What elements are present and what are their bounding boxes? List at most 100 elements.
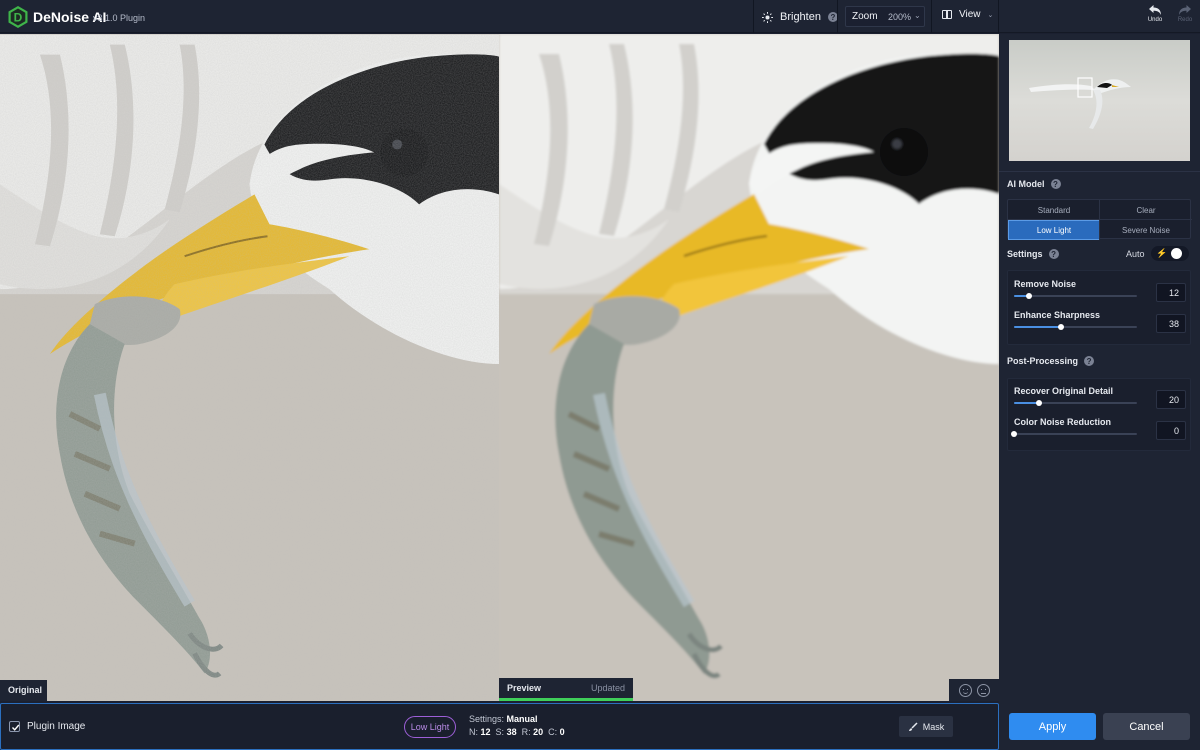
mask-label: Mask xyxy=(922,721,945,732)
setting-value-item: C: 0 xyxy=(548,727,565,737)
model-badge: Low Light xyxy=(404,716,456,738)
neutral-face-icon[interactable] xyxy=(976,683,990,697)
bottom-bar: Plugin Image Low Light Settings: Manual … xyxy=(0,703,999,750)
settings-header: Settings ? xyxy=(1007,249,1059,259)
panel-divider xyxy=(999,171,1200,172)
settings-mode: Manual xyxy=(506,714,538,724)
settings-values: N: 12 S: 38 R: 20 C: 0 xyxy=(469,727,565,737)
settings-prefix: Settings: xyxy=(469,714,505,724)
undo-button[interactable]: Undo xyxy=(1143,4,1167,23)
original-label: Original xyxy=(0,680,47,701)
toggle-knob xyxy=(1171,248,1182,259)
slider-label: Color Noise Reduction xyxy=(1014,417,1112,427)
setting-value-item: S: 38 xyxy=(495,727,517,737)
lightning-icon: ⚡ xyxy=(1156,248,1168,258)
original-image-pane[interactable] xyxy=(0,34,499,701)
navigator-image xyxy=(1009,40,1190,161)
model-option-standard[interactable]: Standard xyxy=(1008,200,1100,220)
slider-label: Enhance Sharpness xyxy=(1014,310,1101,320)
settings-panel: AI Model ? Standard Clear Low Light Seve… xyxy=(999,34,1200,750)
view-label: View xyxy=(959,9,981,20)
smile-icon[interactable] xyxy=(958,683,972,697)
ai-model-title: AI Model xyxy=(1007,179,1045,189)
auto-label: Auto xyxy=(1126,249,1145,259)
slider-fill xyxy=(1014,402,1039,404)
slider-recover-detail: Recover Original Detail 20 xyxy=(1008,386,1192,416)
plugin-image-label: Plugin Image xyxy=(27,721,86,732)
feedback-controls xyxy=(949,679,999,701)
logo-letter: D xyxy=(14,11,23,25)
toolbar-divider xyxy=(753,0,754,33)
tern-original-image xyxy=(0,34,499,701)
recover-detail-slider[interactable] xyxy=(1014,400,1137,406)
redo-button[interactable]: Redo xyxy=(1173,4,1197,23)
slider-thumb[interactable] xyxy=(1011,431,1017,437)
model-option-severe-noise[interactable]: Severe Noise xyxy=(1100,220,1192,240)
preview-image-pane[interactable] xyxy=(499,34,999,701)
slider-enhance-sharpness: Enhance Sharpness 38 xyxy=(1008,310,1192,340)
settings-sliders-card: Remove Noise 12 Enhance Sharpness 38 xyxy=(1007,270,1191,345)
grid-divider xyxy=(1008,219,1192,220)
view-dropdown[interactable]: View ⌄ xyxy=(942,9,993,20)
brighten-label: Brighten xyxy=(780,11,821,23)
preview-status: Updated xyxy=(590,683,625,693)
undo-icon xyxy=(1149,5,1161,15)
toolbar-divider xyxy=(837,0,838,33)
slider-thumb[interactable] xyxy=(1025,293,1032,299)
ai-model-selector: Standard Clear Low Light Severe Noise xyxy=(1007,199,1192,240)
slider-remove-noise: Remove Noise 12 xyxy=(1008,279,1192,309)
remove-noise-value[interactable]: 12 xyxy=(1156,283,1186,302)
remove-noise-slider[interactable] xyxy=(1014,293,1137,299)
apply-button[interactable]: Apply xyxy=(1009,713,1096,740)
mask-button[interactable]: Mask xyxy=(899,716,953,737)
tern-preview-image xyxy=(499,34,999,701)
post-processing-title: Post-Processing xyxy=(1007,356,1079,366)
preview-label: Preview xyxy=(507,683,542,693)
slider-thumb[interactable] xyxy=(1035,400,1042,406)
settings-help-icon[interactable]: ? xyxy=(1048,249,1059,259)
preview-label-bar: Preview Updated xyxy=(499,678,633,699)
ai-model-header: AI Model ? xyxy=(1007,179,1061,189)
brush-icon xyxy=(908,721,918,731)
settings-title: Settings xyxy=(1007,249,1043,259)
toolbar-divider xyxy=(931,0,932,33)
setting-value-item: N: 12 xyxy=(469,727,491,737)
enhance-sharpness-value[interactable]: 38 xyxy=(1156,314,1186,333)
slider-label: Remove Noise xyxy=(1014,279,1077,289)
color-noise-value[interactable]: 0 xyxy=(1156,421,1186,440)
slider-label: Recover Original Detail xyxy=(1014,386,1114,396)
zoom-label: Zoom xyxy=(852,11,878,22)
slider-thumb[interactable] xyxy=(1057,324,1064,330)
redo-icon xyxy=(1179,5,1191,15)
model-option-clear[interactable]: Clear xyxy=(1100,200,1192,220)
chevron-down-icon: ⌄ xyxy=(987,11,994,19)
slider-fill xyxy=(1014,326,1061,328)
zoom-value: 200% xyxy=(888,12,912,22)
top-toolbar: D DeNoise AI v3.1.0 Plugin Brighten ? Zo… xyxy=(0,0,1200,33)
split-view-icon xyxy=(942,10,952,19)
grid-divider xyxy=(1099,200,1100,240)
auto-toggle[interactable]: ⚡ xyxy=(1151,246,1189,261)
zoom-dropdown[interactable]: Zoom 200% ⌄ xyxy=(845,6,925,27)
undo-label: Undo xyxy=(1147,17,1163,23)
color-noise-slider[interactable] xyxy=(1011,431,1137,437)
setting-value-item: R: 20 xyxy=(521,727,544,737)
plugin-image-checkbox[interactable] xyxy=(9,721,20,732)
redo-label: Redo xyxy=(1177,17,1193,23)
preview-progress-bar xyxy=(499,698,633,701)
chevron-down-icon: ⌄ xyxy=(914,11,921,20)
navigator-thumbnail[interactable] xyxy=(1009,40,1190,161)
post-processing-help-icon[interactable]: ? xyxy=(1084,356,1095,366)
toolbar-divider xyxy=(998,0,999,33)
slider-color-noise: Color Noise Reduction 0 xyxy=(1008,417,1192,447)
brighten-button[interactable]: Brighten ? xyxy=(762,8,838,26)
cancel-button[interactable]: Cancel xyxy=(1103,713,1190,740)
enhance-sharpness-slider[interactable] xyxy=(1014,324,1137,330)
app-logo-icon: D xyxy=(8,6,28,28)
post-processing-header: Post-Processing ? xyxy=(1007,356,1095,366)
recover-detail-value[interactable]: 20 xyxy=(1156,390,1186,409)
ai-model-help-icon[interactable]: ? xyxy=(1050,179,1061,189)
model-option-low-light[interactable]: Low Light xyxy=(1008,220,1100,240)
denoise-app: D DeNoise AI v3.1.0 Plugin Brighten ? Zo… xyxy=(0,0,1200,750)
sun-icon xyxy=(762,11,773,23)
